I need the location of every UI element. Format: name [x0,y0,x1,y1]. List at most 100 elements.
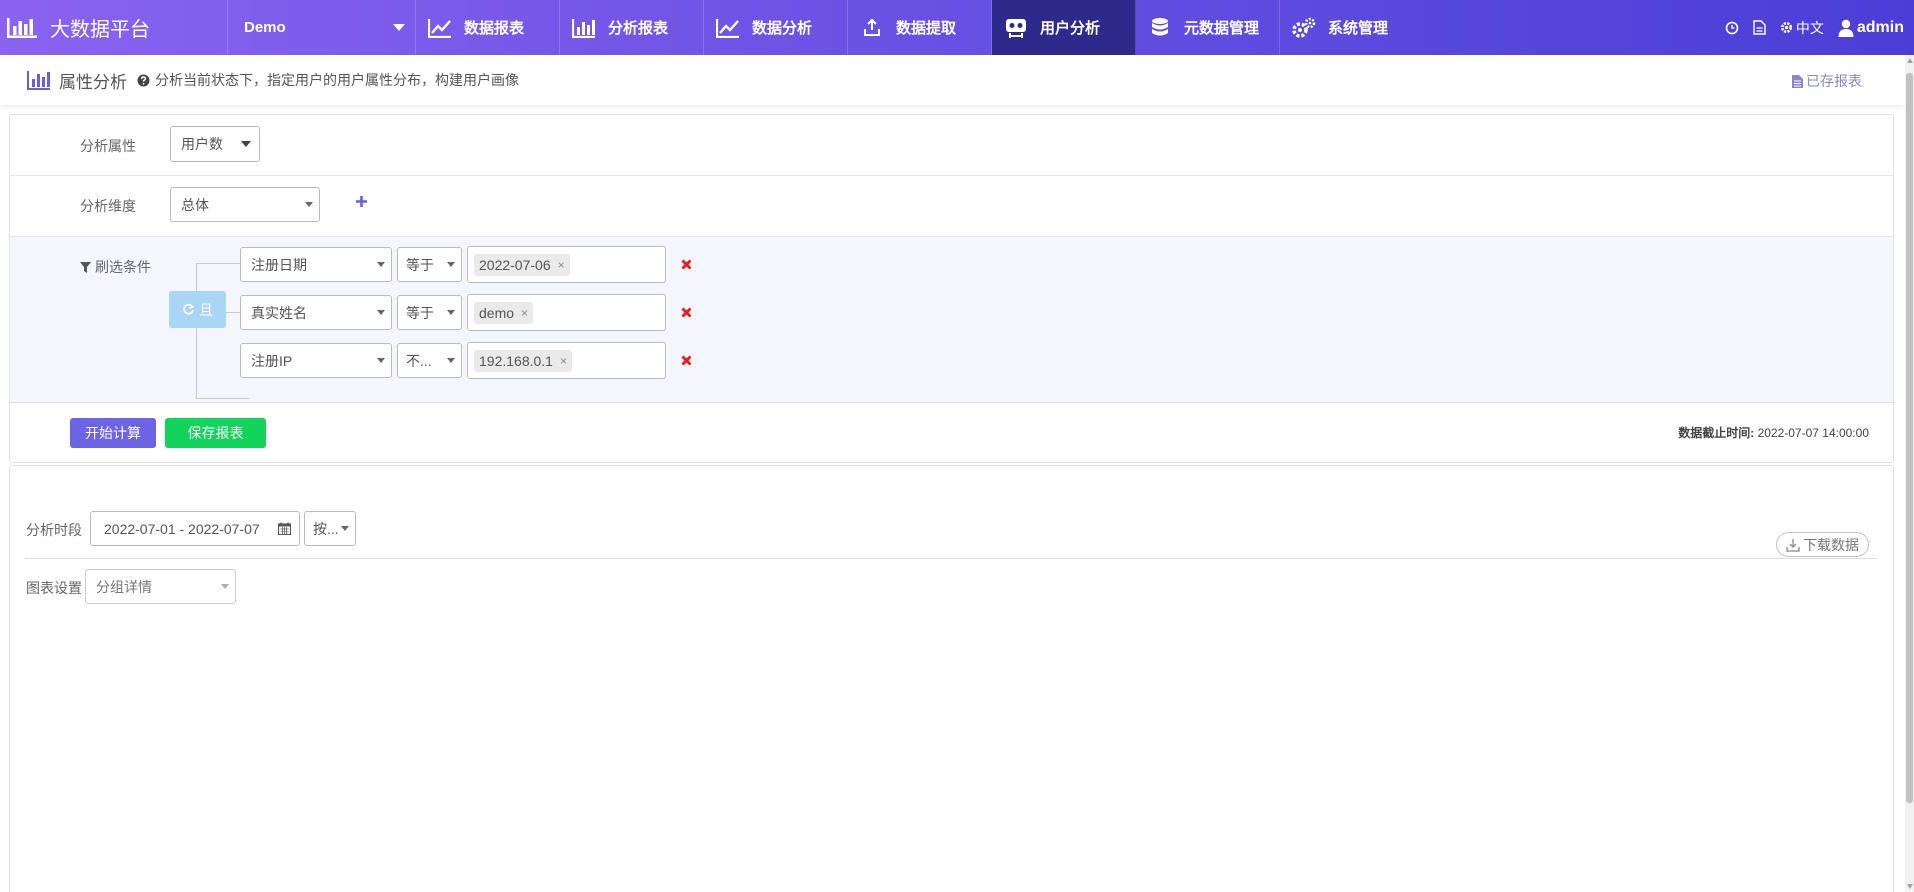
filter-operator-value: 不... [406,352,432,369]
filter-field-select[interactable]: 注册IP [240,343,392,378]
scroll-thumb[interactable] [1906,73,1913,803]
nav-data-analysis[interactable]: 数据分析 [704,0,848,55]
chart-settings-value: 分组详情 [96,578,152,595]
bar-chart-icon [6,16,38,40]
download-label: 下载数据 [1803,536,1859,553]
filter-value-input[interactable]: demo × [467,294,666,331]
date-range-value: 2022-07-01 - 2022-07-07 [104,520,260,537]
top-right-tools: 中文 admin [1711,0,1914,55]
caret-down-icon [447,309,455,315]
document-icon[interactable] [1753,20,1766,35]
caret-down-icon [341,525,349,531]
logic-toggle-button[interactable]: 且 [169,291,226,328]
dimension-value: 总体 [181,196,209,213]
add-dimension-icon[interactable] [355,195,368,208]
start-calc-button[interactable]: 开始计算 [70,418,156,448]
period-label: 分析时段 [26,522,82,538]
user-menu[interactable]: admin [1838,19,1904,37]
download-data-button[interactable]: 下载数据 [1776,532,1869,557]
download-icon [1786,538,1800,552]
filter-value-tag: demo × [474,301,534,324]
user-icon [1838,19,1854,37]
attribute-select[interactable]: 用户数 [170,126,260,162]
filter-operator-select[interactable]: 等于 [397,295,462,330]
caret-down-icon [221,583,229,589]
filter-field-select[interactable]: 真实姓名 [240,295,392,330]
result-panel: 分析时段 2022-07-01 - 2022-07-07 按... 下载数据 图… [9,465,1894,892]
user-analysis-icon [1002,14,1030,42]
refresh-icon [182,303,195,316]
nav-metadata[interactable]: 元数据管理 [1136,0,1280,55]
dimension-select[interactable]: 总体 [170,187,320,222]
file-icon [1792,74,1803,88]
page-scrollbar[interactable] [1905,55,1914,892]
nav-label: 元数据管理 [1184,20,1260,37]
granularity-select[interactable]: 按... [304,511,356,546]
tag-text: demo [479,304,515,321]
date-range-input[interactable]: 2022-07-01 - 2022-07-07 [90,511,300,546]
filter-field-value: 真实姓名 [251,304,307,321]
caret-down-icon [377,309,385,315]
brand[interactable]: 大数据平台 [0,0,228,55]
filter-value-tag: 192.168.0.1 × [474,349,572,372]
caret-down-icon [447,357,455,363]
language-switch[interactable]: 中文 [1780,18,1824,38]
saved-reports-label: 已存报表 [1806,73,1862,89]
filter-field-value: 注册IP [251,352,293,369]
nav-data-report[interactable]: 数据报表 [416,0,560,55]
saved-reports-link[interactable]: 已存报表 [1792,71,1862,91]
scroll-up-arrow-icon[interactable] [1906,58,1913,63]
username: admin [1856,18,1904,36]
cutoff-label: 数据截止时间: [1678,426,1755,440]
dimension-row: 分析维度 总体 [10,176,1893,237]
attribute-row: 分析属性 用户数 [10,115,1893,176]
filter-value-input[interactable]: 192.168.0.1 × [467,342,666,379]
config-panel: 分析属性 用户数 分析维度 总体 刷选条件 且 注册日期 等于 2022-07-… [9,114,1894,463]
filter-operator-select[interactable]: 等于 [397,247,462,282]
logic-label: 且 [199,301,213,318]
bar-chart-icon [570,14,598,42]
chart-settings-label: 图表设置 [26,580,82,596]
remove-tag-icon[interactable]: × [558,258,565,272]
attribute-value: 用户数 [181,136,223,152]
caret-down-icon [393,23,405,32]
nav-user-analysis[interactable]: 用户分析 [992,0,1136,55]
remove-tag-icon[interactable]: × [521,306,528,320]
nav-data-extract[interactable]: 数据提取 [848,0,992,55]
filter-field-select[interactable]: 注册日期 [240,247,392,282]
nav-analysis-report[interactable]: 分析报表 [560,0,704,55]
divider [25,558,1877,559]
granularity-value: 按... [313,520,339,537]
delete-filter-icon[interactable] [681,355,692,366]
delete-filter-icon[interactable] [681,307,692,318]
nav-system[interactable]: 系统管理 [1280,0,1400,55]
clock-icon[interactable] [1725,21,1739,35]
caret-down-icon [241,141,251,147]
nav-label: 用户分析 [1040,20,1101,37]
project-selector[interactable]: Demo [228,0,416,55]
page-header: 属性分析 分析当前状态下，指定用户的用户属性分布，构建用户画像 已存报表 [0,55,1905,105]
tag-text: 2022-07-06 [479,256,551,273]
page-title: 属性分析 [59,72,127,92]
nav-label: 分析报表 [608,20,669,37]
caret-down-icon [377,357,385,363]
filter-row: 刷选条件 且 注册日期 等于 2022-07-06 × 真实姓名 等于 demo… [10,237,1893,403]
delete-filter-icon[interactable] [681,259,692,270]
calendar-icon [278,522,291,535]
filter-operator-select[interactable]: 不... [397,343,462,378]
save-report-button[interactable]: 保存报表 [165,418,266,448]
filter-operator-value: 等于 [406,256,434,273]
line-chart-icon [426,14,454,42]
question-circle-icon[interactable] [137,74,150,87]
caret-down-icon [377,261,385,267]
line-chart-icon [714,14,742,42]
chart-settings-select[interactable]: 分组详情 [85,569,236,604]
filter-value-input[interactable]: 2022-07-06 × [467,246,666,283]
caret-down-icon [305,201,313,207]
scroll-down-arrow-icon[interactable] [1906,884,1913,889]
gears-icon [1290,14,1318,42]
remove-tag-icon[interactable]: × [560,354,567,368]
gear-icon [1780,21,1793,34]
filter-label-text: 刷选条件 [95,259,151,275]
page-description: 分析当前状态下，指定用户的用户属性分布，构建用户画像 [155,72,519,88]
